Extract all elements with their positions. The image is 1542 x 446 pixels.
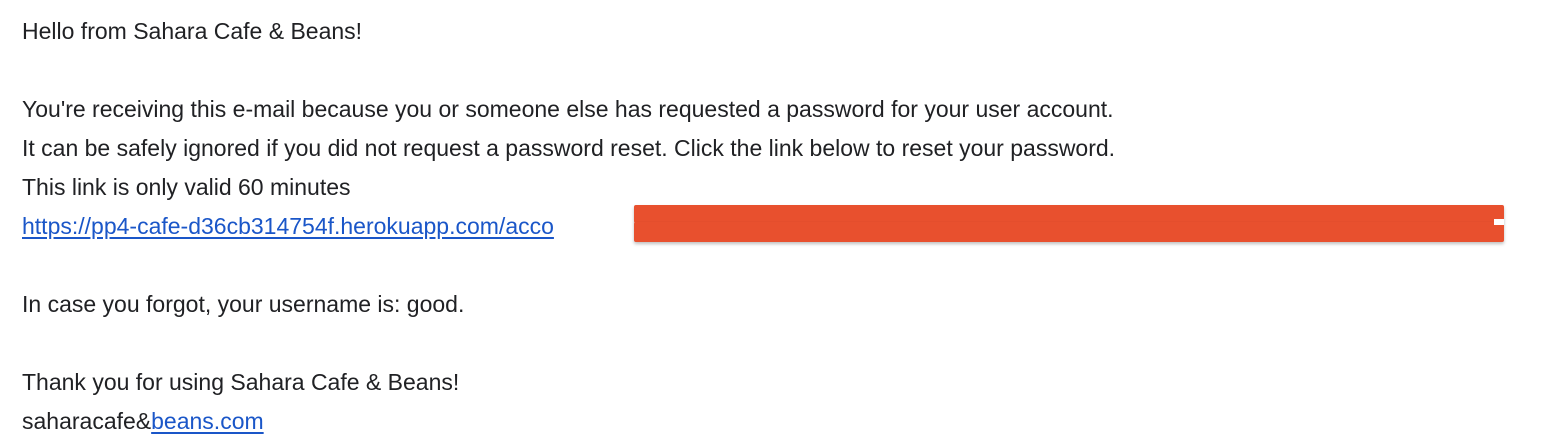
username-text: In case you forgot, your username is: go… (22, 291, 465, 317)
email-body: Hello from Sahara Cafe & Beans! You're r… (22, 12, 1522, 441)
greeting-text: Hello from Sahara Cafe & Beans! (22, 18, 363, 44)
redaction-mark (634, 205, 1504, 243)
intro-text-line2: It can be safely ignored if you did not … (22, 135, 1116, 161)
redaction-stroke-top (634, 205, 1504, 223)
signature-prefix: saharacafe& (22, 408, 152, 434)
reset-link-line: https://pp4-cafe-d36cb314754f.herokuapp.… (22, 205, 1522, 246)
intro-text-line1: You're receiving this e-mail because you… (22, 96, 1114, 122)
signature-line: saharacafe&beans.com (22, 402, 1522, 441)
thanks-text: Thank you for using Sahara Cafe & Beans! (22, 369, 460, 395)
password-reset-link[interactable]: https://pp4-cafe-d36cb314754f.herokuapp.… (22, 213, 554, 239)
redaction-stroke-bottom (634, 222, 1504, 242)
redaction-notch (1494, 219, 1504, 225)
validity-text: This link is only valid 60 minutes (22, 174, 351, 200)
signature-link[interactable]: beans.com (151, 408, 264, 434)
